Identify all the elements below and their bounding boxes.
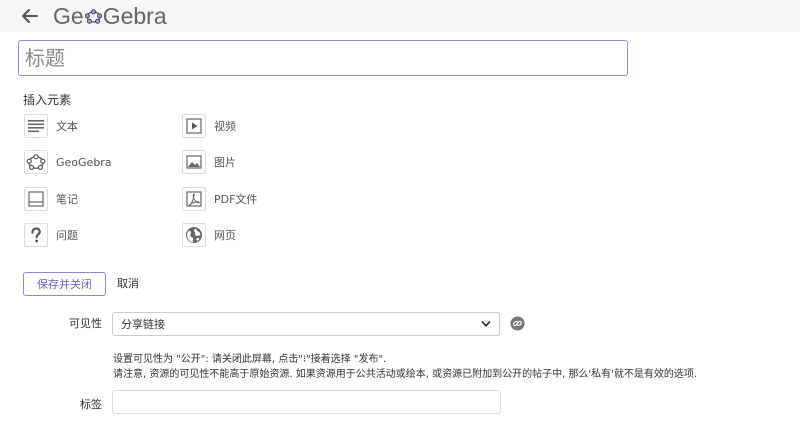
insert-geogebra-label: GeoGebra — [56, 155, 112, 169]
insert-text-label: 文本 — [56, 120, 78, 133]
insert-text-button[interactable]: 文本 — [24, 114, 78, 138]
insert-video-button[interactable]: 视频 — [182, 114, 236, 138]
app-header: Ge Gebra — [0, 0, 800, 32]
insert-question-label: 问题 — [56, 229, 78, 242]
insert-webpage-label: 网页 — [214, 229, 236, 242]
visibility-hint-line2: 请注意, 资源的可见性不能高于原始资源. 如果资源用于公共活动或绘本, 或资源已… — [113, 369, 698, 380]
geogebra-logo-icon — [84, 8, 102, 24]
pdf-icon — [182, 187, 206, 211]
insert-geogebra-button[interactable]: GeoGebra — [24, 150, 112, 174]
geogebra-logo: Ge Gebra — [53, 2, 167, 30]
insert-question-button[interactable]: 问题 — [24, 223, 78, 247]
insert-image-button[interactable]: 图片 — [182, 150, 236, 174]
geogebra-icon — [24, 150, 48, 174]
insert-note-button[interactable]: 笔记 — [24, 187, 78, 211]
visibility-label: 可见性 — [69, 317, 102, 330]
insert-note-label: 笔记 — [56, 193, 78, 206]
tags-label: 标签 — [80, 398, 102, 411]
visibility-selected-value: 分享链接 — [121, 318, 165, 331]
text-lines-icon — [24, 114, 48, 138]
save-and-close-button[interactable]: 保存并关闭 — [23, 272, 106, 296]
insert-image-label: 图片 — [214, 156, 236, 169]
chevron-down-icon — [481, 321, 491, 327]
tags-input[interactable] — [112, 390, 501, 414]
back-button[interactable] — [19, 5, 41, 27]
cancel-button[interactable]: 取消 — [117, 272, 139, 296]
share-link-icon[interactable] — [510, 316, 525, 331]
insert-pdf-button[interactable]: PDF文件 — [182, 187, 257, 211]
globe-icon — [182, 223, 206, 247]
insert-video-label: 视频 — [214, 120, 236, 133]
video-play-icon — [182, 114, 206, 138]
insert-section-title: 插入元素 — [23, 93, 72, 107]
insert-webpage-button[interactable]: 网页 — [182, 223, 236, 247]
note-icon — [24, 187, 48, 211]
image-icon — [182, 150, 206, 174]
logo-text-left: Ge — [53, 2, 84, 29]
visibility-hint-line1: 设置可见性为 "公开": 请关闭此屏幕, 点击"⁝"接着选择 "发布". — [113, 354, 387, 365]
visibility-select[interactable]: 分享链接 — [112, 312, 500, 336]
arrow-left-icon — [22, 9, 38, 23]
question-icon — [24, 223, 48, 247]
logo-text-right: Gebra — [102, 2, 167, 29]
insert-pdf-label: PDF文件 — [214, 193, 258, 206]
title-input[interactable] — [18, 40, 628, 76]
